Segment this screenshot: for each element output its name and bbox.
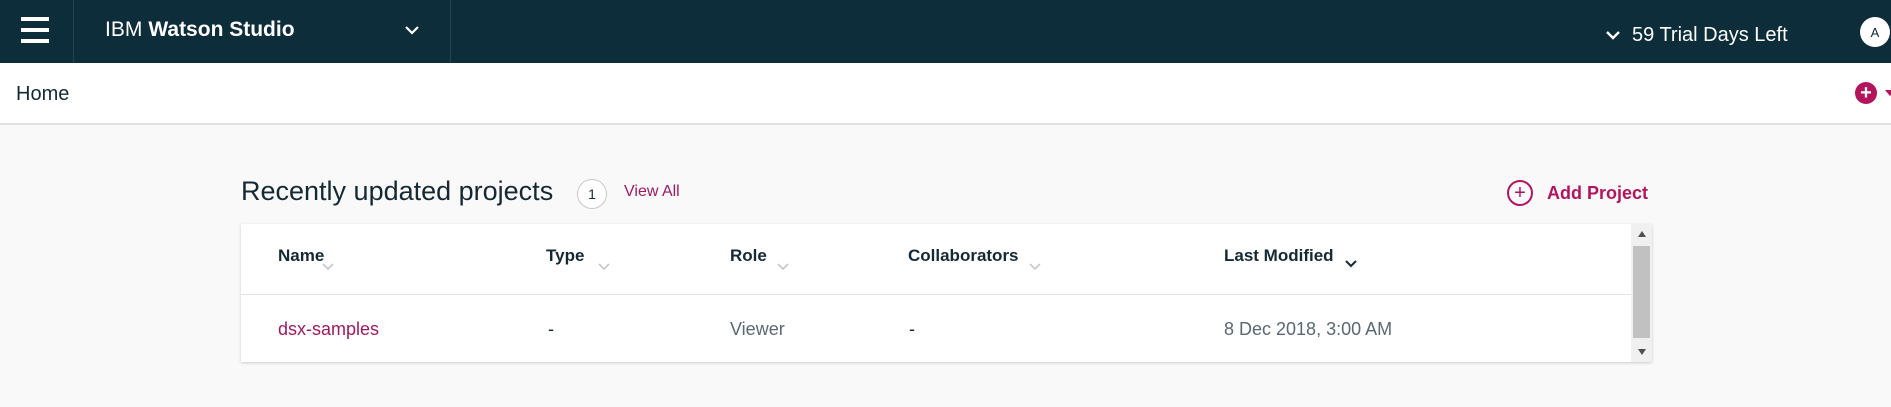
brand-product-name: Watson Studio [148,18,295,41]
scrollbar-thumb[interactable] [1633,246,1650,338]
breadcrumb-bar: Home + [0,63,1891,125]
sort-icon[interactable] [776,262,790,272]
project-count-badge: 1 [577,179,607,209]
chevron-down-icon[interactable] [398,18,426,44]
vertical-scrollbar[interactable] [1631,224,1652,362]
page-title: Recently updated projects [241,176,554,206]
project-role-cell: Viewer [730,319,785,339]
product-brand: IBM Watson Studio [105,18,295,42]
projects-table: Name Type Role Collaborators Last Modifi… [241,224,1652,362]
add-project-label: Add Project [1547,182,1649,203]
table-header: Name Type Role Collaborators Last Modifi… [241,224,1631,295]
sort-icon[interactable] [597,262,611,272]
create-new-menu[interactable]: + [1855,82,1891,104]
column-header-collaborators[interactable]: Collaborators [908,246,1019,266]
breadcrumb-home[interactable]: Home [16,83,69,106]
column-header-last-modified[interactable]: Last Modified [1224,246,1334,266]
project-name-link[interactable]: dsx-samples [278,319,379,340]
add-circle-icon: + [1855,82,1877,104]
project-type-cell: - [548,319,554,339]
column-header-role[interactable]: Role [730,246,767,266]
project-collaborators-cell: - [909,319,915,339]
top-navigation-bar: IBM Watson Studio 59 Trial Days Left A [0,0,1891,63]
column-header-name[interactable]: Name [278,246,324,266]
hamburger-menu-icon[interactable] [0,0,74,63]
scroll-up-arrow-icon[interactable] [1631,224,1652,244]
table-row[interactable]: dsx-samples - Viewer - 8 Dec 2018, 3:00 … [241,295,1631,362]
sort-descending-icon[interactable] [1344,259,1358,269]
column-header-type[interactable]: Type [546,246,584,266]
trial-days-dropdown[interactable]: 59 Trial Days Left [1604,22,1788,48]
view-all-link[interactable]: View All [624,183,680,201]
avatar[interactable]: A [1860,17,1890,47]
add-circle-icon: + [1507,180,1533,206]
trial-days-label: 59 Trial Days Left [1632,23,1788,46]
divider [450,0,451,63]
brand-ibm: IBM [105,18,143,41]
sort-icon[interactable] [1028,262,1042,272]
project-last-modified-cell: 8 Dec 2018, 3:00 AM [1224,319,1393,339]
add-project-button[interactable]: + Add Project [1507,180,1648,206]
chevron-down-icon [1606,31,1620,40]
sort-icon[interactable] [321,262,335,272]
caret-down-icon [1885,90,1891,96]
scroll-down-arrow-icon[interactable] [1631,342,1652,362]
